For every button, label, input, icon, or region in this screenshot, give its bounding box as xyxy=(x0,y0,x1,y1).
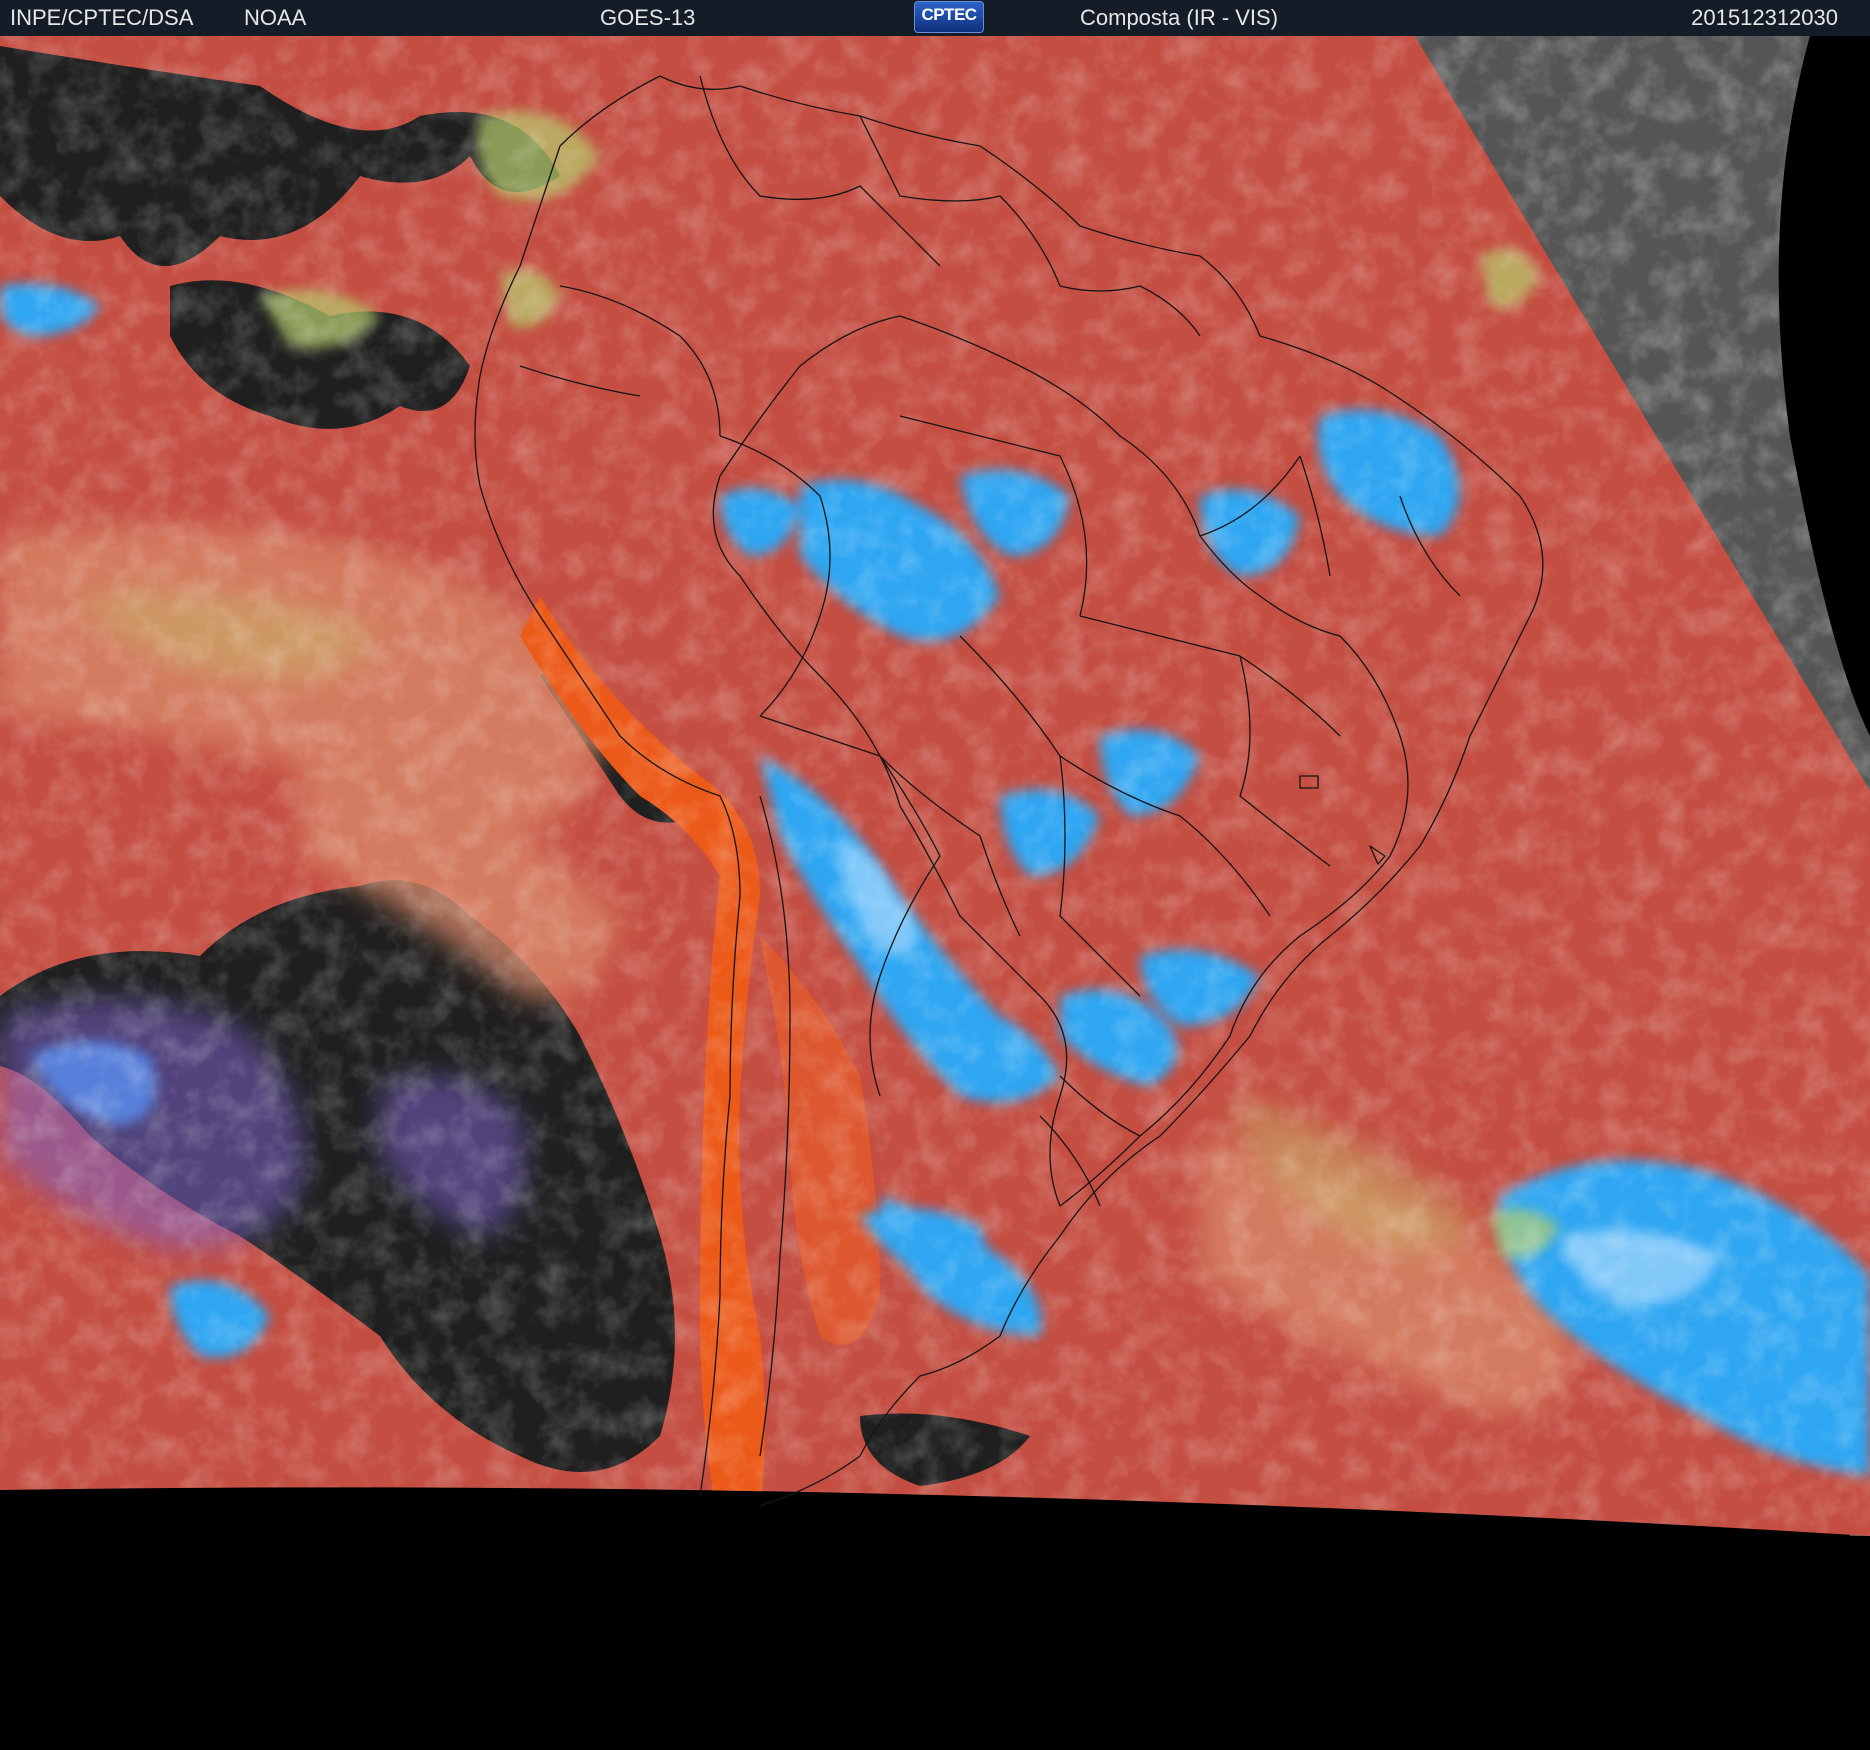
composite-imagery xyxy=(0,36,1870,1750)
product-label: Composta (IR - VIS) xyxy=(1080,5,1279,30)
timestamp-label: 201512312030 xyxy=(1691,5,1838,30)
header-bar: INPE/CPTEC/DSA NOAA GOES-13 CPTEC Compos… xyxy=(0,0,1870,36)
cptec-logo-text: CPTEC xyxy=(921,5,977,24)
satellite-label: GOES-13 xyxy=(600,5,696,30)
organization-label: INPE/CPTEC/DSA xyxy=(10,5,194,30)
satellite-image xyxy=(0,36,1870,1750)
agency-label: NOAA xyxy=(244,5,307,30)
cptec-logo: CPTEC xyxy=(914,1,984,33)
